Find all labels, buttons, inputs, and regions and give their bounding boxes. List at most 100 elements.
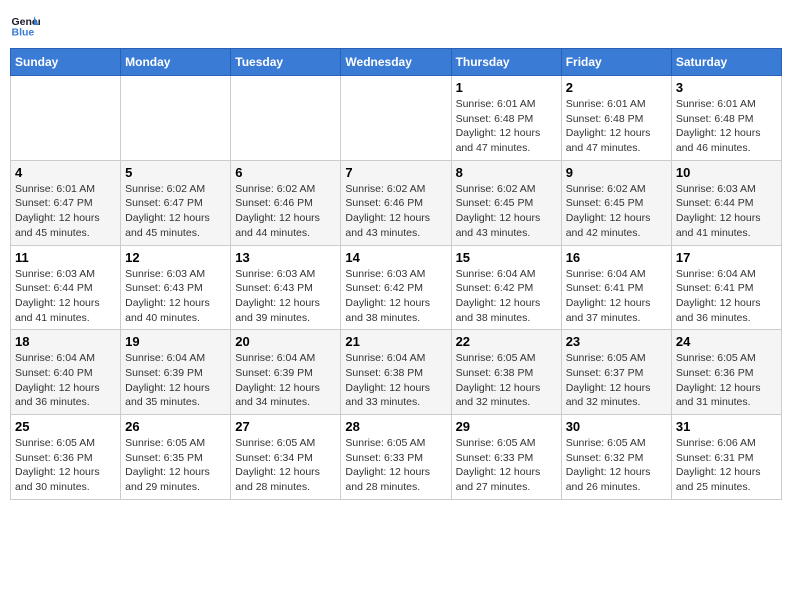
day-number: 2 [566, 80, 667, 95]
day-info: Sunrise: 6:04 AM Sunset: 6:39 PM Dayligh… [125, 351, 226, 410]
day-info: Sunrise: 6:01 AM Sunset: 6:48 PM Dayligh… [566, 97, 667, 156]
day-info: Sunrise: 6:04 AM Sunset: 6:40 PM Dayligh… [15, 351, 116, 410]
day-header-sunday: Sunday [11, 49, 121, 76]
calendar-cell: 29Sunrise: 6:05 AM Sunset: 6:33 PM Dayli… [451, 415, 561, 500]
calendar-cell: 6 Sunrise: 6:02 AM Sunset: 6:46 PM Daylig… [231, 160, 341, 245]
day-number: 12 [125, 250, 226, 265]
calendar-cell: 1Sunrise: 6:01 AM Sunset: 6:48 PM Daylig… [451, 76, 561, 161]
day-info: Sunrise: 6:05 AM Sunset: 6:35 PM Dayligh… [125, 436, 226, 495]
day-number: 17 [676, 250, 777, 265]
day-info: Sunrise: 6:04 AM Sunset: 6:38 PM Dayligh… [345, 351, 446, 410]
day-header-wednesday: Wednesday [341, 49, 451, 76]
day-header-tuesday: Tuesday [231, 49, 341, 76]
day-number: 29 [456, 419, 557, 434]
calendar-cell: 26 Sunrise: 6:05 AM Sunset: 6:35 PM Dayli… [121, 415, 231, 500]
day-number: 26 [125, 419, 226, 434]
calendar-table: SundayMondayTuesdayWednesdayThursdayFrid… [10, 48, 782, 500]
day-number: 16 [566, 250, 667, 265]
calendar-cell: 4 Sunrise: 6:01 AM Sunset: 6:47 PM Daylig… [11, 160, 121, 245]
svg-text:Blue: Blue [12, 27, 35, 39]
calendar-cell: 22 Sunrise: 6:05 AM Sunset: 6:38 PM Dayli… [451, 330, 561, 415]
calendar-cell: 16 Sunrise: 6:04 AM Sunset: 6:41 PM Dayli… [561, 245, 671, 330]
day-info: Sunrise: 6:02 AM Sunset: 6:46 PM Dayligh… [235, 182, 336, 241]
day-header-monday: Monday [121, 49, 231, 76]
calendar-cell [121, 76, 231, 161]
day-header-friday: Friday [561, 49, 671, 76]
day-info: Sunrise: 6:04 AM Sunset: 6:42 PM Dayligh… [456, 267, 557, 326]
calendar-week-row: 11Sunrise: 6:03 AM Sunset: 6:44 PM Dayli… [11, 245, 782, 330]
day-info: Sunrise: 6:04 AM Sunset: 6:41 PM Dayligh… [566, 267, 667, 326]
day-number: 14 [345, 250, 446, 265]
day-number: 10 [676, 165, 777, 180]
day-info: Sunrise: 6:02 AM Sunset: 6:47 PM Dayligh… [125, 182, 226, 241]
day-number: 9 [566, 165, 667, 180]
calendar-cell: 10 Sunrise: 6:03 AM Sunset: 6:44 PM Dayli… [671, 160, 781, 245]
day-info: Sunrise: 6:04 AM Sunset: 6:39 PM Dayligh… [235, 351, 336, 410]
day-number: 5 [125, 165, 226, 180]
day-info: Sunrise: 6:05 AM Sunset: 6:33 PM Dayligh… [345, 436, 446, 495]
calendar-cell: 27 Sunrise: 6:05 AM Sunset: 6:34 PM Dayli… [231, 415, 341, 500]
day-info: Sunrise: 6:05 AM Sunset: 6:36 PM Dayligh… [676, 351, 777, 410]
day-number: 27 [235, 419, 336, 434]
calendar-cell: 13 Sunrise: 6:03 AM Sunset: 6:43 PM Dayli… [231, 245, 341, 330]
calendar-header-row: SundayMondayTuesdayWednesdayThursdayFrid… [11, 49, 782, 76]
day-number: 20 [235, 334, 336, 349]
calendar-cell: 21Sunrise: 6:04 AM Sunset: 6:38 PM Dayli… [341, 330, 451, 415]
day-info: Sunrise: 6:01 AM Sunset: 6:47 PM Dayligh… [15, 182, 116, 241]
day-info: Sunrise: 6:03 AM Sunset: 6:44 PM Dayligh… [15, 267, 116, 326]
day-number: 18 [15, 334, 116, 349]
calendar-cell: 9 Sunrise: 6:02 AM Sunset: 6:45 PM Daylig… [561, 160, 671, 245]
calendar-cell: 7 Sunrise: 6:02 AM Sunset: 6:46 PM Daylig… [341, 160, 451, 245]
day-number: 8 [456, 165, 557, 180]
day-info: Sunrise: 6:06 AM Sunset: 6:31 PM Dayligh… [676, 436, 777, 495]
day-number: 25 [15, 419, 116, 434]
day-number: 28 [345, 419, 446, 434]
day-info: Sunrise: 6:03 AM Sunset: 6:43 PM Dayligh… [235, 267, 336, 326]
day-info: Sunrise: 6:02 AM Sunset: 6:45 PM Dayligh… [566, 182, 667, 241]
day-info: Sunrise: 6:03 AM Sunset: 6:42 PM Dayligh… [345, 267, 446, 326]
calendar-cell: 12 Sunrise: 6:03 AM Sunset: 6:43 PM Dayli… [121, 245, 231, 330]
calendar-cell: 19 Sunrise: 6:04 AM Sunset: 6:39 PM Dayli… [121, 330, 231, 415]
calendar-cell: 20 Sunrise: 6:04 AM Sunset: 6:39 PM Dayli… [231, 330, 341, 415]
calendar-week-row: 25Sunrise: 6:05 AM Sunset: 6:36 PM Dayli… [11, 415, 782, 500]
day-info: Sunrise: 6:05 AM Sunset: 6:37 PM Dayligh… [566, 351, 667, 410]
day-number: 24 [676, 334, 777, 349]
day-number: 15 [456, 250, 557, 265]
day-info: Sunrise: 6:03 AM Sunset: 6:44 PM Dayligh… [676, 182, 777, 241]
day-info: Sunrise: 6:05 AM Sunset: 6:34 PM Dayligh… [235, 436, 336, 495]
page-header: General Blue [10, 10, 782, 40]
day-info: Sunrise: 6:02 AM Sunset: 6:45 PM Dayligh… [456, 182, 557, 241]
day-info: Sunrise: 6:03 AM Sunset: 6:43 PM Dayligh… [125, 267, 226, 326]
day-number: 19 [125, 334, 226, 349]
calendar-cell [11, 76, 121, 161]
calendar-cell: 25Sunrise: 6:05 AM Sunset: 6:36 PM Dayli… [11, 415, 121, 500]
logo-icon: General Blue [10, 10, 40, 40]
logo: General Blue [10, 10, 40, 40]
day-header-saturday: Saturday [671, 49, 781, 76]
day-number: 7 [345, 165, 446, 180]
day-number: 3 [676, 80, 777, 95]
calendar-cell: 15 Sunrise: 6:04 AM Sunset: 6:42 PM Dayli… [451, 245, 561, 330]
day-number: 22 [456, 334, 557, 349]
day-number: 13 [235, 250, 336, 265]
calendar-cell: 8 Sunrise: 6:02 AM Sunset: 6:45 PM Daylig… [451, 160, 561, 245]
day-number: 30 [566, 419, 667, 434]
day-info: Sunrise: 6:02 AM Sunset: 6:46 PM Dayligh… [345, 182, 446, 241]
day-number: 1 [456, 80, 557, 95]
day-info: Sunrise: 6:05 AM Sunset: 6:38 PM Dayligh… [456, 351, 557, 410]
day-number: 6 [235, 165, 336, 180]
calendar-cell: 17 Sunrise: 6:04 AM Sunset: 6:41 PM Dayli… [671, 245, 781, 330]
day-number: 4 [15, 165, 116, 180]
calendar-cell [341, 76, 451, 161]
calendar-cell: 3 Sunrise: 6:01 AM Sunset: 6:48 PM Daylig… [671, 76, 781, 161]
calendar-cell [231, 76, 341, 161]
day-header-thursday: Thursday [451, 49, 561, 76]
day-number: 31 [676, 419, 777, 434]
day-info: Sunrise: 6:05 AM Sunset: 6:32 PM Dayligh… [566, 436, 667, 495]
calendar-cell: 14 Sunrise: 6:03 AM Sunset: 6:42 PM Dayli… [341, 245, 451, 330]
calendar-cell: 5 Sunrise: 6:02 AM Sunset: 6:47 PM Daylig… [121, 160, 231, 245]
calendar-week-row: 1 Sunrise: 6:01 AM Sunset: 6:48 PM Daylig… [11, 76, 782, 161]
day-info: Sunrise: 6:04 AM Sunset: 6:41 PM Dayligh… [676, 267, 777, 326]
day-info: Sunrise: 6:01 AM Sunset: 6:48 PM Dayligh… [676, 97, 777, 156]
calendar-cell: 11Sunrise: 6:03 AM Sunset: 6:44 PM Dayli… [11, 245, 121, 330]
